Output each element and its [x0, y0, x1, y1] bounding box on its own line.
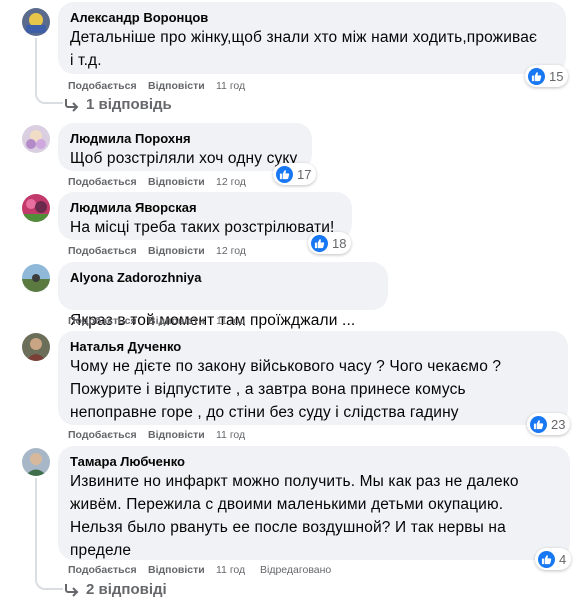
comment-author[interactable]: Людмила Яворская — [70, 199, 340, 216]
replies-count-label: 1 відповідь — [86, 96, 172, 113]
reaction-count: 23 — [551, 416, 566, 432]
comment-author[interactable]: Людмила Порохня — [70, 130, 300, 147]
reaction-count: 18 — [332, 235, 347, 251]
edited-label[interactable]: Відредаговано — [260, 563, 331, 577]
like-button[interactable]: Подобається — [68, 563, 137, 577]
reaction-summary[interactable]: 4 — [535, 548, 572, 570]
reaction-summary[interactable]: 17 — [273, 163, 317, 185]
comment-time[interactable]: 11 год — [216, 314, 245, 328]
avatar[interactable] — [22, 448, 50, 476]
reply-button[interactable]: Відповісти — [148, 428, 205, 442]
like-icon — [276, 165, 293, 183]
comment-text: Детальніше про жінку,щоб знали хто між н… — [70, 29, 538, 69]
replies-count-label: 2 відповіді — [86, 581, 167, 598]
comment-author[interactable]: Александр Воронцов — [70, 9, 554, 26]
like-icon — [530, 415, 547, 433]
like-icon — [311, 234, 328, 252]
comment-author[interactable]: Тамара Любченко — [70, 453, 558, 470]
reaction-summary[interactable]: 23 — [527, 413, 571, 435]
comment-bubble: Alyona Zadorozhniya Якраз в той момент т… — [58, 262, 388, 350]
comment-time[interactable]: 11 год — [216, 79, 245, 93]
reaction-count: 17 — [297, 166, 312, 182]
avatar[interactable] — [22, 333, 50, 361]
comment-bubble: Людмила Яворская На місці треба таких ро… — [58, 192, 352, 240]
comment-author[interactable]: Наталья Дученко — [70, 338, 556, 355]
thread-line — [35, 478, 63, 590]
like-button[interactable]: Подобається — [68, 175, 137, 189]
reply-arrow-icon — [65, 583, 79, 597]
comment-text: Извините но инфаркт можно получить. Мы к… — [70, 473, 519, 559]
reaction-count: 15 — [549, 68, 564, 84]
avatar[interactable] — [22, 8, 50, 36]
thread-line — [35, 38, 63, 104]
reply-button[interactable]: Відповісти — [148, 563, 205, 577]
reply-button[interactable]: Відповісти — [148, 244, 205, 258]
reply-button[interactable]: Відповісти — [148, 314, 205, 328]
reply-button[interactable]: Відповісти — [148, 79, 205, 93]
reply-button[interactable]: Відповісти — [148, 175, 205, 189]
comment-time[interactable]: 12 год — [216, 244, 246, 258]
avatar[interactable] — [22, 125, 50, 153]
like-button[interactable]: Подобається — [68, 428, 137, 442]
comment-text: На місці треба таких розстрілювати! — [70, 219, 335, 236]
comment-text: Щоб розстріляли хоч одну суку — [70, 150, 298, 167]
reaction-summary[interactable]: 18 — [308, 232, 352, 254]
comment-bubble: Людмила Порохня Щоб розстріляли хоч одну… — [58, 123, 312, 171]
avatar[interactable] — [22, 194, 50, 222]
comment-bubble: Тамара Любченко Извините но инфаркт можн… — [58, 446, 570, 560]
view-replies-link[interactable]: 2 відповіді — [64, 581, 167, 598]
comment-time[interactable]: 12 год — [216, 175, 246, 189]
comment-time[interactable]: 11 год — [216, 563, 245, 577]
like-button[interactable]: Подобається — [68, 244, 137, 258]
comment-time[interactable]: 11 год — [216, 428, 245, 442]
comment-author[interactable]: Alyona Zadorozhniya — [70, 269, 376, 286]
like-icon — [538, 550, 555, 568]
comment-bubble: Наталья Дученко Чому не дієте по закону … — [58, 331, 568, 425]
like-button[interactable]: Подобається — [68, 79, 137, 93]
like-button[interactable]: Подобається — [68, 314, 137, 328]
view-replies-link[interactable]: 1 відповідь — [64, 96, 172, 113]
comment-text: Чому не дієте по закону військового часу… — [70, 358, 502, 421]
reply-arrow-icon — [65, 98, 79, 112]
like-icon — [528, 67, 545, 85]
reaction-summary[interactable]: 15 — [525, 65, 569, 87]
avatar[interactable] — [22, 264, 50, 292]
reaction-count: 4 — [559, 551, 567, 567]
comment-bubble: Александр Воронцов Детальніше про жінку,… — [58, 2, 566, 74]
